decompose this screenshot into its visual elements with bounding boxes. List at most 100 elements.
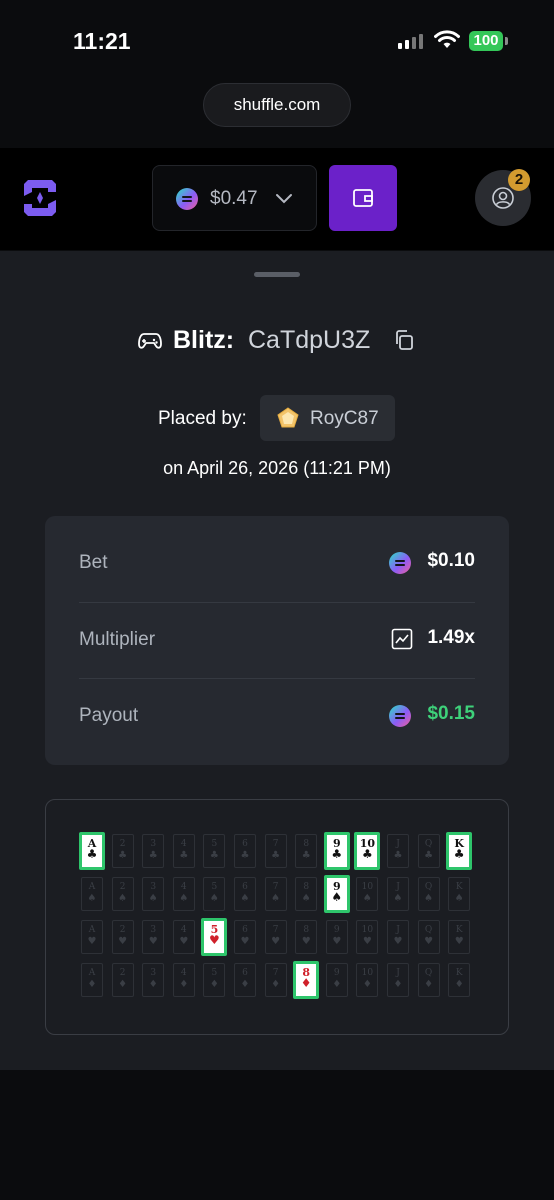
card-rank: 4 (180, 968, 187, 978)
bet-amount: $0.10 (427, 550, 475, 571)
card-suit: ♠ (179, 893, 189, 904)
card-suit: ♥ (332, 936, 342, 947)
card-rank: 5 (211, 968, 218, 978)
card: 8 ♥ (295, 920, 318, 954)
card-suit: ♦ (300, 976, 312, 990)
multiplier-value: 1.49x (427, 627, 475, 648)
card-suit: ♠ (424, 893, 434, 904)
multiplier-chart-icon (391, 628, 413, 650)
card-suit: ♥ (87, 936, 97, 947)
card: 4 ♣ (172, 834, 195, 868)
card: 3 ♣ (142, 834, 165, 868)
card-selected: 5 ♥ (201, 918, 228, 956)
card-rank: 6 (242, 882, 248, 892)
card: Q ♥ (417, 920, 440, 954)
user-icon (492, 187, 514, 209)
wallet-button[interactable] (329, 165, 397, 231)
card-rank: 3 (150, 925, 157, 935)
card-rank: 2 (119, 882, 126, 892)
card: Q ♣ (417, 834, 440, 868)
card-rank: 5 (211, 839, 218, 849)
card-suit: ♣ (453, 847, 465, 861)
card-rank: Q (424, 882, 433, 892)
card: 10 ♦ (356, 963, 379, 997)
card: 8 ♣ (295, 834, 318, 868)
bet-summary-card: Bet $0.10 Multiplier 1.49x Payout $0.15 (45, 516, 509, 765)
card: 6 ♠ (234, 877, 256, 911)
cellular-signal-icon (398, 33, 424, 49)
payout-label: Payout (79, 705, 139, 726)
card-suit: ♦ (179, 979, 189, 990)
card-suit: ♠ (240, 893, 250, 904)
card-suit: ♣ (148, 850, 158, 861)
clock: 11:21 (73, 28, 131, 54)
coin-icon (389, 552, 411, 574)
card-suit: ♥ (148, 936, 158, 947)
card-rank: 10 (361, 882, 374, 892)
card-rank: 6 (242, 968, 248, 978)
multiplier-row: Multiplier 1.49x (79, 602, 475, 679)
card-rank: 2 (119, 925, 126, 935)
address-bar[interactable]: shuffle.com (203, 83, 351, 127)
card: Q ♦ (417, 963, 440, 997)
card: 4 ♦ (172, 963, 195, 997)
card-suit: ♦ (271, 979, 281, 990)
card-rank: 3 (150, 839, 157, 849)
card-rank: 7 (272, 882, 279, 892)
balance-selector[interactable]: $0.47 (152, 165, 317, 231)
card-rank: 3 (150, 882, 157, 892)
card-suit: ♥ (393, 936, 403, 947)
card-selected: K ♣ (446, 832, 473, 870)
card-suit: ♣ (209, 850, 219, 861)
card-suit: ♦ (393, 979, 403, 990)
card-suit: ♦ (424, 979, 434, 990)
gamepad-icon (138, 333, 162, 349)
bet-date: on April 26, 2026 (11:21 PM) (163, 458, 391, 478)
card: J ♦ (387, 963, 409, 997)
card: 10 ♠ (356, 877, 379, 911)
card-rank: 10 (361, 968, 374, 978)
card-suit: ♣ (271, 850, 281, 861)
card-rank: K (455, 925, 463, 935)
card: 3 ♠ (142, 877, 165, 911)
card: 7 ♠ (264, 877, 287, 911)
card-rank: 2 (119, 968, 126, 978)
card: 7 ♦ (264, 963, 287, 997)
card: 7 ♥ (264, 920, 287, 954)
card: 2 ♥ (111, 920, 134, 954)
copy-icon[interactable] (393, 329, 415, 351)
card-rank: 3 (150, 968, 157, 978)
card-rank: J (396, 882, 400, 892)
card-suit: ♥ (240, 936, 250, 947)
card-suit: ♦ (332, 979, 342, 990)
card: J ♠ (387, 877, 409, 911)
rank-gem-icon (277, 407, 299, 428)
user-chip[interactable]: RoyC87 (260, 395, 395, 441)
card-rank: A (88, 925, 96, 935)
card: Q ♠ (417, 877, 440, 911)
balance-value: $0.47 (210, 188, 258, 209)
card-suit: ♠ (301, 893, 311, 904)
placed-by-label: Placed by: (158, 408, 247, 429)
card-suit: ♣ (301, 850, 311, 861)
card-suit: ♠ (209, 893, 219, 904)
shuffle-logo-icon[interactable] (22, 178, 58, 218)
card-rank: 6 (242, 839, 248, 849)
sheet-drag-handle[interactable] (254, 272, 300, 277)
card-suit: ♥ (454, 936, 464, 947)
card: 5 ♦ (203, 963, 226, 997)
card-rank: 8 (303, 882, 310, 892)
card: 5 ♣ (203, 834, 226, 868)
card-suit: ♠ (331, 890, 343, 904)
card-rank: Q (424, 925, 433, 935)
card-rank: K (455, 968, 463, 978)
card-rank: 5 (211, 882, 218, 892)
wifi-icon (434, 30, 460, 48)
card: K ♥ (448, 920, 471, 954)
card-rank: 8 (303, 925, 310, 935)
card-rank: A (88, 882, 96, 892)
card-rank: Q (424, 839, 433, 849)
card-suit: ♣ (331, 847, 343, 861)
card: 4 ♥ (172, 920, 195, 954)
card-suit: ♣ (179, 850, 189, 861)
